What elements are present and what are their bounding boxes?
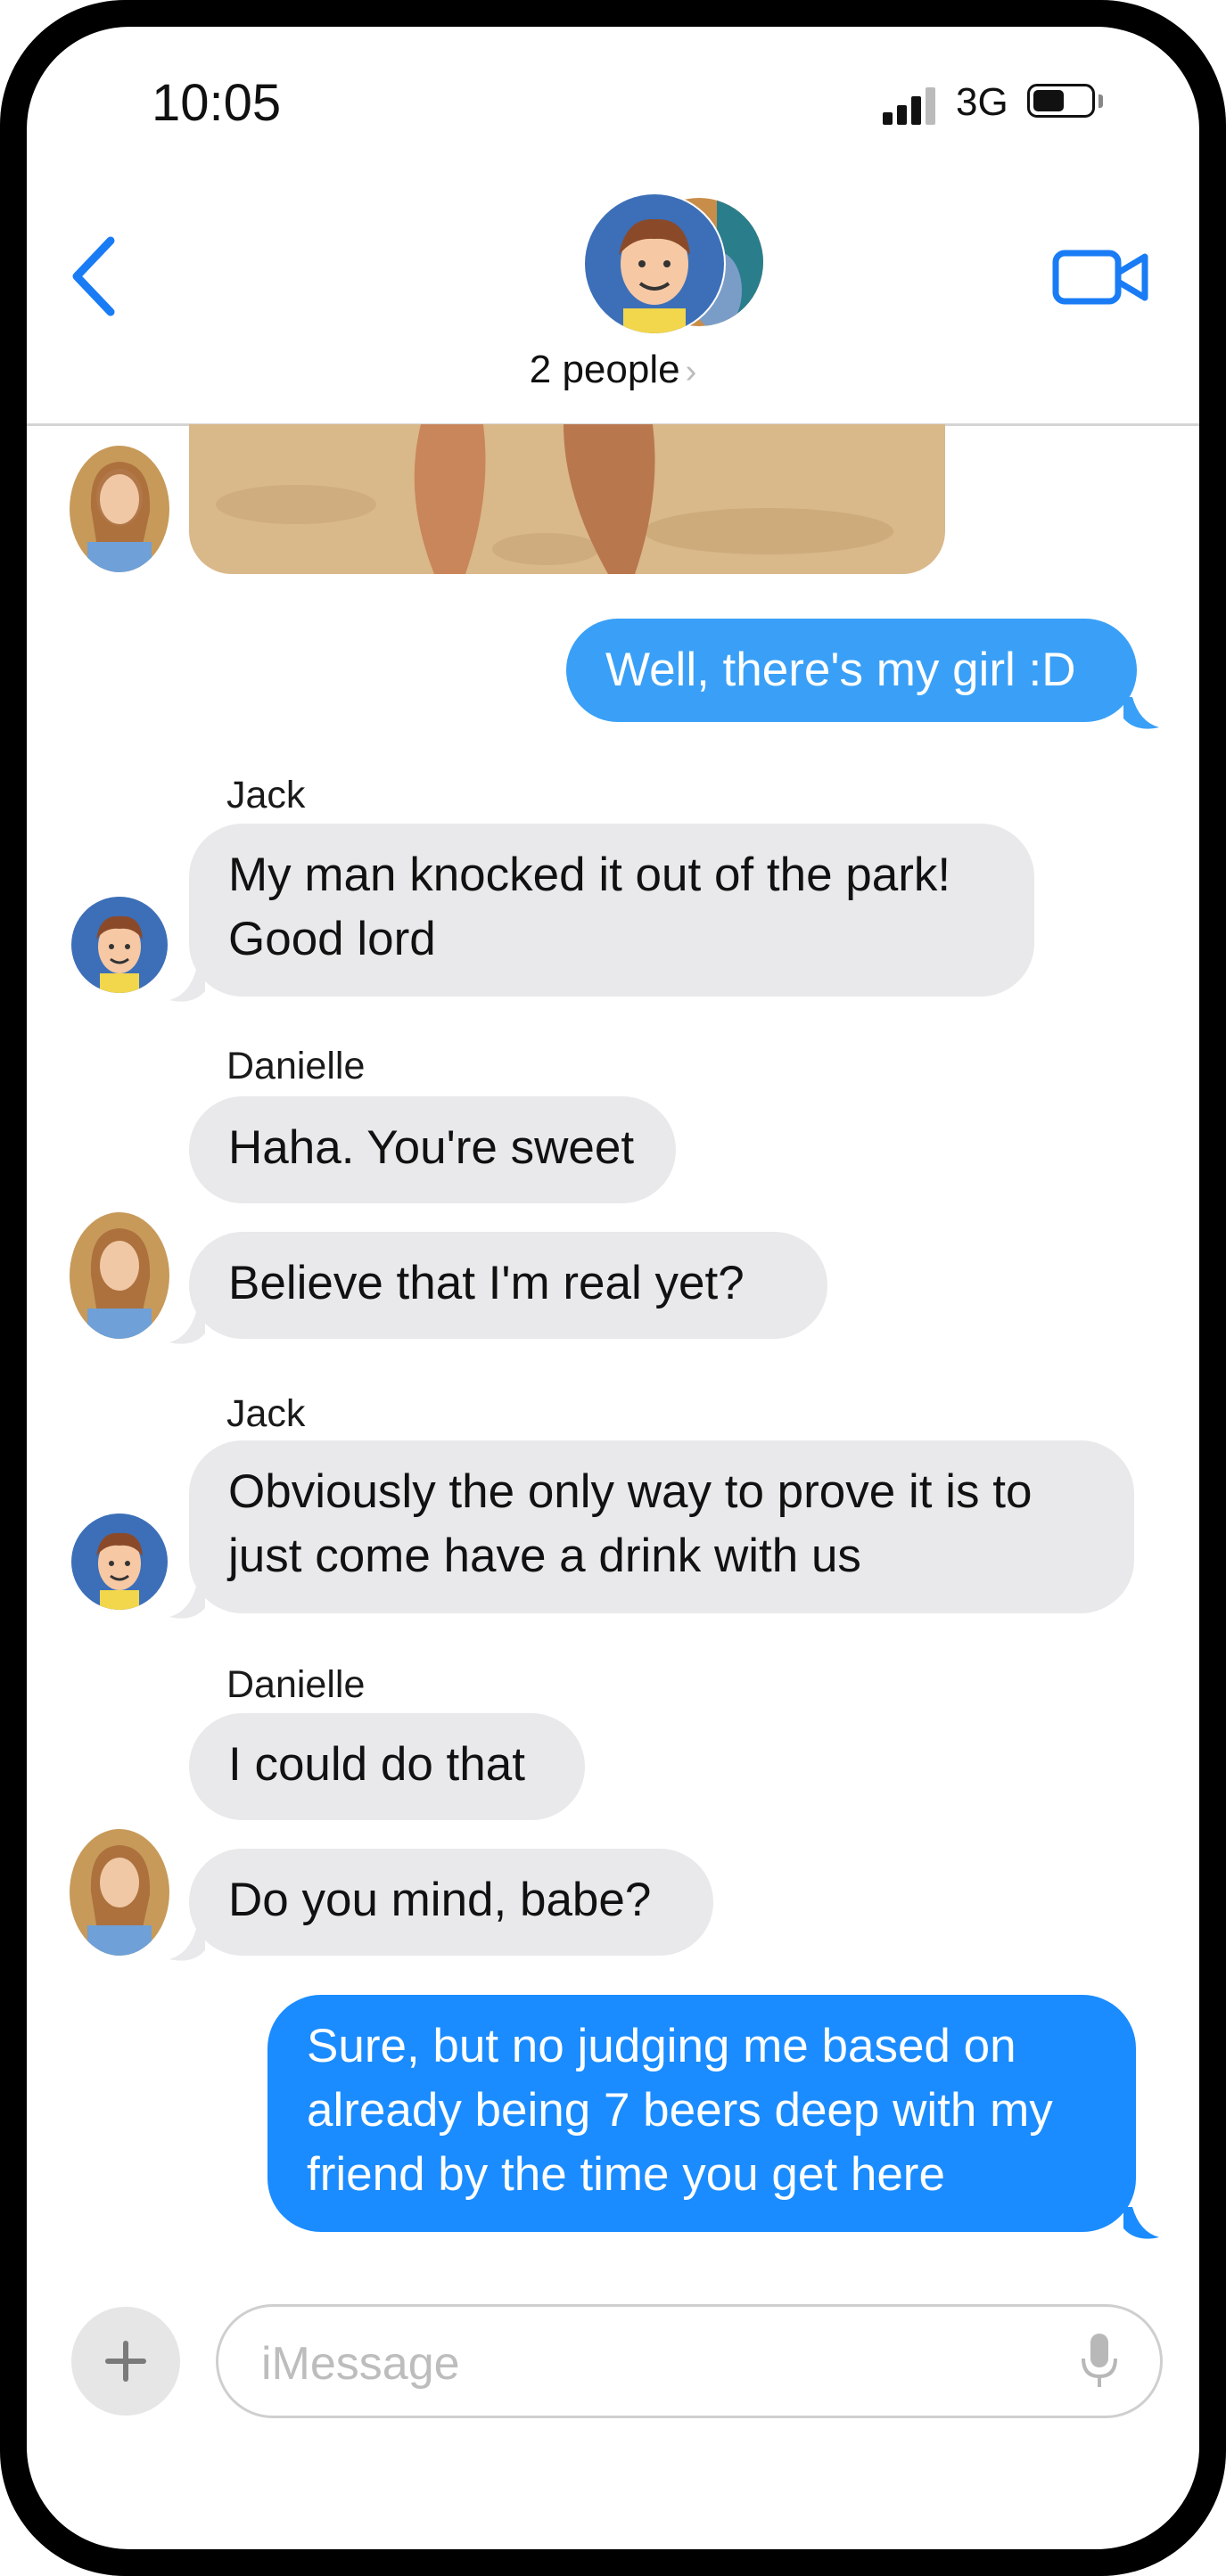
message-input[interactable]: iMessage <box>216 2304 1163 2418</box>
bubble-tail <box>169 1587 205 1619</box>
message-text: My man knocked it out of the park! <box>228 849 951 901</box>
network-label: 3G <box>956 80 1008 124</box>
message-text: Haha. You're sweet <box>228 1121 635 1174</box>
video-camera-icon[interactable] <box>1052 241 1150 312</box>
message-text: friend by the time you get here <box>307 2148 945 2201</box>
sender-name: Danielle <box>226 1045 366 1087</box>
battery-tip <box>1098 94 1103 108</box>
avatar-jack[interactable] <box>71 1514 168 1610</box>
phone-frame: 10:05 3G 2 people › Well, there's my gir… <box>0 0 1226 2576</box>
message-text: just come have a drink with us <box>228 1530 861 1582</box>
bubble-tail <box>169 1312 205 1344</box>
screen: 10:05 3G 2 people › Well, there's my gir… <box>27 27 1199 2549</box>
sender-name: Danielle <box>226 1663 366 1706</box>
message-bubble-outgoing[interactable]: Well, there's my girl :D <box>566 619 1137 722</box>
message-bubble-incoming[interactable]: My man knocked it out of the park! Good … <box>189 824 1034 997</box>
bubble-tail <box>169 1929 205 1961</box>
message-text: Well, there's my girl :D <box>605 644 1076 696</box>
message-bubble-incoming[interactable]: Haha. You're sweet <box>189 1096 676 1203</box>
plus-icon[interactable] <box>71 2307 180 2416</box>
sender-name: Jack <box>226 1392 306 1435</box>
group-title[interactable]: 2 people › <box>27 348 1199 392</box>
message-bubble-incoming[interactable]: Obviously the only way to prove it is to… <box>189 1440 1134 1613</box>
battery-icon <box>1027 84 1095 118</box>
back-chevron-icon[interactable] <box>64 221 127 319</box>
sender-name: Jack <box>226 774 306 816</box>
message-text: I could do that <box>228 1738 525 1791</box>
message-text: Obviously the only way to prove it is to <box>228 1465 1033 1518</box>
signal-icon <box>883 87 940 125</box>
message-text: Do you mind, babe? <box>228 1874 652 1926</box>
avatar-jack[interactable] <box>71 897 168 993</box>
bubble-tail <box>169 970 205 1002</box>
chevron-right-icon: › <box>685 353 697 390</box>
avatar-danielle[interactable] <box>70 446 169 572</box>
avatar-danielle[interactable] <box>70 1212 169 1339</box>
group-avatars[interactable] <box>583 193 779 344</box>
message-bubble-incoming[interactable]: Believe that I'm real yet? <box>189 1232 827 1339</box>
message-text: Believe that I'm real yet? <box>228 1257 745 1309</box>
bubble-tail <box>1123 2207 1159 2239</box>
message-text: Sure, but no judging me based on <box>307 2020 1016 2072</box>
bubble-tail <box>1123 697 1159 729</box>
beach-photo[interactable] <box>189 424 945 574</box>
message-text: Good lord <box>228 913 436 965</box>
avatar-danielle[interactable] <box>70 1829 169 1956</box>
message-bubble-incoming[interactable]: Do you mind, babe? <box>189 1849 713 1956</box>
status-time: 10:05 <box>152 74 282 132</box>
group-title-label: 2 people <box>529 348 680 391</box>
message-bubble-incoming[interactable]: I could do that <box>189 1713 585 1820</box>
message-bubble-outgoing[interactable]: Sure, but no judging me based on already… <box>267 1995 1136 2232</box>
microphone-icon[interactable] <box>1080 2332 1119 2391</box>
message-text: already being 7 beers deep with my <box>307 2084 1053 2137</box>
message-input-placeholder: iMessage <box>261 2338 460 2390</box>
